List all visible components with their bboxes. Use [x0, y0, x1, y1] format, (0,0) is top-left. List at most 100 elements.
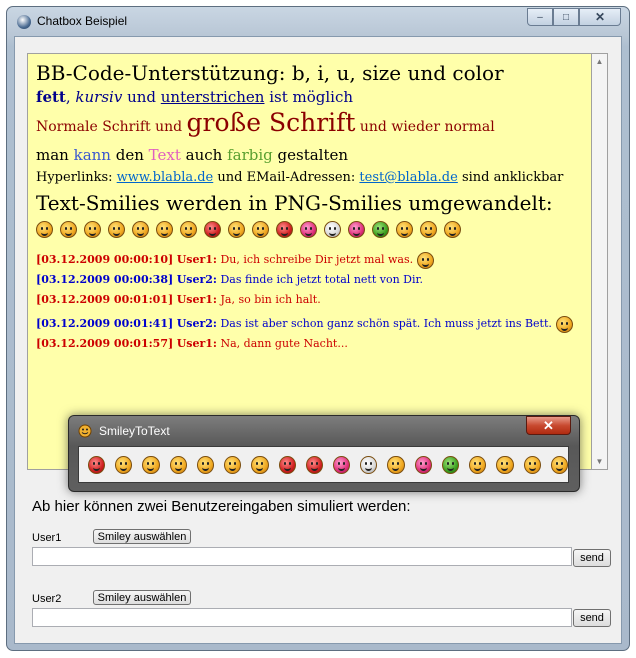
minimize-button[interactable]: – [527, 8, 553, 26]
grin-smiley-icon [60, 220, 77, 238]
vertical-scrollbar[interactable]: ▲ ▼ [592, 53, 608, 470]
kiss-smiley-icon[interactable] [332, 455, 351, 474]
user2-input[interactable] [32, 608, 572, 627]
love-smiley-icon [276, 220, 293, 238]
message-author: User2: [176, 273, 217, 286]
message-author: User1: [176, 337, 217, 350]
rest-text: ist möglich [264, 88, 354, 106]
teeth-smiley-icon[interactable] [142, 455, 160, 474]
cool-smiley-icon[interactable] [115, 455, 133, 474]
user1-input[interactable] [32, 547, 572, 566]
grin-smiley-icon[interactable] [224, 455, 242, 474]
formatting-line: fett, kursiv und unterstrichen ist mögli… [36, 86, 587, 108]
message-timestamp: [03.12.2009 00:01:57] [36, 337, 174, 350]
and-text: und [122, 88, 161, 106]
picker-close-button[interactable]: ✕ [526, 416, 571, 435]
smiley-row [36, 218, 587, 240]
email-label: und EMail-Adressen: [213, 170, 360, 185]
laugh-smiley-icon [420, 220, 437, 238]
bbcode-heading: BB-Code-Unterstützung: b, i, u, size und… [36, 61, 504, 85]
green-smiley-icon[interactable] [441, 455, 460, 474]
scroll-down-arrow-icon[interactable]: ▼ [592, 454, 607, 469]
user2-send-button[interactable]: send [573, 609, 611, 627]
message-timestamp: [03.12.2009 00:00:10] [36, 253, 174, 266]
cool-smiley-icon [228, 220, 245, 238]
website-link[interactable]: www.blabla.de [117, 170, 214, 185]
word-man: man [36, 146, 74, 164]
normal-text-after: und wieder normal [355, 119, 495, 135]
chat-message: [03.12.2009 00:01:41] User2: Das ist abe… [36, 314, 587, 334]
pink-smiley-icon [348, 220, 365, 238]
chat-content: BB-Code-Unterstützung: b, i, u, size und… [36, 60, 587, 354]
pink-smiley-icon[interactable] [414, 455, 432, 474]
scroll-up-arrow-icon[interactable]: ▲ [592, 54, 607, 69]
message-author: User1: [176, 253, 217, 266]
color-line: man kann den Text auch farbig gestalten [36, 142, 587, 168]
tongue-smiley-icon [180, 220, 197, 238]
picker-smiley-tray [78, 446, 569, 483]
smiley-picker-window: SmileyToText ✕ [68, 415, 580, 492]
angry-smiley-icon[interactable] [88, 455, 106, 474]
chat-log: [03.12.2009 00:00:10] User1: Du, ich sch… [36, 250, 587, 354]
info-label: Ab hier können zwei Benutzereingaben sim… [32, 498, 411, 515]
angry-smiley-icon [204, 220, 221, 238]
title-bar[interactable]: Chatbox Beispiel – □ ✕ [7, 7, 629, 36]
love-smiley-icon[interactable] [278, 455, 296, 474]
email-link[interactable]: test@blabla.de [359, 170, 457, 185]
smiley-icon [78, 424, 92, 438]
user2-label: User2 [32, 593, 62, 605]
shout-smiley-icon [444, 220, 461, 238]
message-smiley-icon [417, 251, 435, 269]
message-author: User2: [176, 317, 217, 330]
bold-text: fett [36, 88, 66, 106]
smile-smiley-icon[interactable] [496, 455, 514, 474]
smile-smiley-icon[interactable] [169, 455, 187, 474]
big-text: große Schrift [186, 108, 356, 137]
word-farbig-green: farbig [227, 146, 273, 164]
user1-label: User1 [32, 532, 62, 544]
word-gestalten: gestalten [272, 146, 349, 164]
chat-display[interactable]: BB-Code-Unterstützung: b, i, u, size und… [27, 53, 592, 470]
calm-smiley-icon[interactable] [469, 455, 487, 474]
underline-text: unterstrichen [160, 88, 265, 106]
word-kann-blue: kann [73, 146, 111, 164]
squint-smiley-icon [108, 220, 125, 238]
shout-smiley-icon[interactable] [550, 455, 568, 474]
user1-smiley-button[interactable]: Smiley auswählen [93, 529, 191, 544]
chat-message: [03.12.2009 00:00:38] User2: Das finde i… [36, 270, 587, 290]
user2-smiley-button[interactable]: Smiley auswählen [93, 590, 191, 605]
surprised-smiley-icon[interactable] [251, 455, 269, 474]
client-area: BB-Code-Unterstützung: b, i, u, size und… [14, 36, 622, 644]
hyperlink-line: Hyperlinks: www.blabla.de und EMail-Adre… [36, 168, 587, 188]
hyperlinks-label: Hyperlinks: [36, 170, 117, 185]
main-window: Chatbox Beispiel – □ ✕ BB-Code-Unterstüt… [6, 6, 630, 651]
message-timestamp: [03.12.2009 00:01:01] [36, 293, 174, 306]
maximize-button[interactable]: □ [553, 8, 579, 26]
neutral-smiley-icon [132, 220, 149, 238]
shock-smiley-icon[interactable] [360, 455, 378, 474]
close-button[interactable]: ✕ [579, 8, 621, 26]
wink-smiley-icon[interactable] [196, 455, 215, 474]
kiss-smiley-icon [300, 220, 317, 238]
message-text: Ja, so bin ich halt. [220, 293, 321, 306]
caption-buttons: – □ ✕ [527, 8, 621, 26]
neutral-smiley-icon[interactable] [387, 455, 405, 474]
message-timestamp: [03.12.2009 00:01:41] [36, 317, 174, 330]
laugh-smiley-icon[interactable] [523, 455, 541, 474]
message-timestamp: [03.12.2009 00:00:38] [36, 273, 174, 286]
chat-message: [03.12.2009 00:00:10] User1: Du, ich sch… [36, 250, 587, 270]
green-smiley-icon [372, 220, 389, 238]
smiley-heading: Text-Smilies werden in PNG-Smilies umgew… [36, 191, 553, 215]
user1-send-button[interactable]: send [573, 549, 611, 567]
clickable-note: sind anklickbar [457, 170, 564, 185]
word-text-pink: Text [148, 146, 181, 164]
message-text: Na, dann gute Nacht... [220, 337, 348, 350]
message-text: Das finde ich jetzt total nett von Dir. [220, 273, 424, 286]
normal-text: Normale Schrift und [36, 119, 187, 135]
chat-message: [03.12.2009 00:01:01] User1: Ja, so bin … [36, 290, 587, 310]
message-text: Du, ich schreibe Dir jetzt mal was. [220, 253, 414, 266]
picker-title: SmileyToText [99, 424, 170, 438]
wink-smiley-icon [84, 220, 101, 238]
heart-smiley-icon[interactable] [305, 455, 323, 474]
separator-text: , [65, 88, 76, 106]
